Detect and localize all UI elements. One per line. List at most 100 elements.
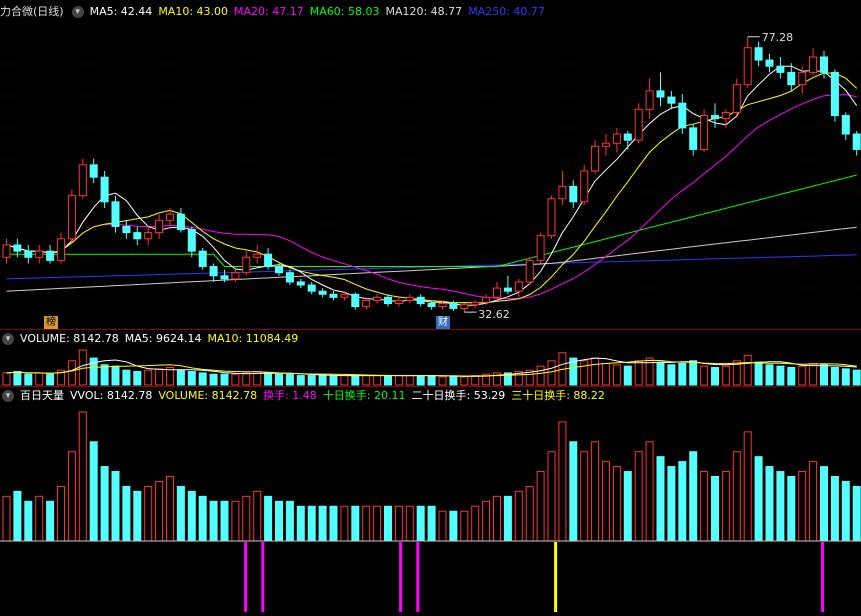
candle-body bbox=[220, 275, 229, 280]
indicator-bar bbox=[809, 461, 818, 542]
volume-bar bbox=[285, 373, 294, 386]
indicator-bar bbox=[580, 451, 589, 542]
candle-body bbox=[187, 229, 196, 252]
candle-body bbox=[820, 56, 828, 73]
indicator-bar bbox=[155, 480, 164, 542]
candle-body bbox=[656, 90, 665, 98]
indicator-bar bbox=[798, 471, 807, 542]
indicator-bar bbox=[307, 505, 316, 542]
turnover-marker bbox=[821, 542, 825, 612]
volume-bar bbox=[351, 375, 360, 386]
volume-bar bbox=[667, 364, 676, 386]
tag-cai[interactable]: 财 bbox=[436, 316, 450, 329]
volume-bar bbox=[580, 360, 589, 386]
candle-body bbox=[405, 296, 414, 301]
turnover-marker bbox=[416, 542, 420, 612]
candle-body bbox=[166, 213, 174, 221]
indicator-bar bbox=[144, 485, 153, 542]
volume-bar bbox=[776, 365, 785, 386]
volume-bar bbox=[155, 368, 164, 386]
candle-body bbox=[155, 219, 164, 234]
indicator-bar bbox=[57, 485, 65, 542]
indicator-bar bbox=[122, 485, 131, 542]
dropdown-arrow-icon[interactable]: ▾ bbox=[2, 390, 14, 402]
indicator-bar bbox=[558, 421, 567, 542]
volume-bar bbox=[275, 373, 283, 386]
volume-bar bbox=[373, 375, 382, 386]
candle-body bbox=[416, 296, 425, 305]
candle-body bbox=[711, 115, 719, 120]
volume-bar bbox=[13, 371, 22, 386]
candle-body bbox=[514, 281, 523, 292]
candle-body bbox=[743, 47, 752, 86]
indicator-bar bbox=[253, 490, 262, 542]
candle-body bbox=[634, 108, 643, 141]
candle-body bbox=[558, 185, 567, 200]
indicator-bar bbox=[351, 505, 360, 542]
volume-label-0: VOLUME: 8142.78 bbox=[20, 332, 119, 345]
indicator-bar bbox=[285, 500, 294, 542]
volume-bar bbox=[78, 349, 87, 386]
indicator-bar bbox=[711, 476, 719, 542]
volume-bar bbox=[24, 373, 33, 386]
tag-bang[interactable]: 榜 bbox=[44, 316, 58, 329]
volume-bar bbox=[809, 362, 818, 386]
indicator-bar bbox=[416, 505, 425, 542]
candle-body bbox=[667, 96, 676, 104]
indicator-bar bbox=[438, 510, 447, 542]
volume-bar bbox=[405, 375, 414, 386]
dropdown-arrow-icon[interactable]: ▾ bbox=[2, 333, 14, 345]
indicator-bar bbox=[493, 495, 501, 542]
candle-body bbox=[841, 115, 850, 135]
panel-divider bbox=[0, 329, 861, 330]
candle-body bbox=[264, 253, 273, 268]
ma20-line bbox=[6, 94, 857, 300]
indicator-bar bbox=[318, 505, 327, 542]
indicator-bar bbox=[830, 476, 839, 542]
volume-bar bbox=[743, 354, 752, 386]
indicator-bar bbox=[340, 505, 349, 542]
candle-body bbox=[384, 296, 392, 305]
volume-label-1: MA5: 9624.14 bbox=[124, 332, 202, 345]
indicator-bar bbox=[111, 471, 120, 542]
indicator-bar bbox=[13, 490, 22, 542]
volume-bar bbox=[678, 362, 687, 386]
volume-bar bbox=[449, 376, 458, 386]
indicator-bar bbox=[852, 485, 861, 542]
indicator-bar bbox=[133, 490, 142, 542]
candle-body bbox=[285, 272, 294, 283]
indicator-bar bbox=[2, 495, 11, 542]
indicator-bar bbox=[503, 495, 512, 542]
volume-bar bbox=[209, 373, 218, 386]
turnover-marker bbox=[554, 542, 558, 612]
volume-bar bbox=[536, 365, 545, 386]
candle-body bbox=[612, 133, 621, 144]
indicator-bar bbox=[612, 466, 621, 542]
ma10-line bbox=[6, 72, 858, 304]
candle-body bbox=[645, 90, 654, 110]
volume-bar bbox=[830, 367, 839, 386]
panel-divider bbox=[0, 386, 861, 387]
indicator-bar bbox=[623, 471, 632, 542]
indicator-bar bbox=[820, 466, 828, 542]
indicator-bar bbox=[100, 466, 109, 542]
candle-body bbox=[231, 272, 240, 280]
kline-chart: 力合微(日线) ▾ MA5: 42.44 MA10: 43.00 MA20: 47.17… bbox=[0, 0, 861, 616]
volume-bar bbox=[438, 376, 447, 386]
volume-bar bbox=[656, 361, 665, 386]
candle-body bbox=[307, 284, 316, 292]
volume-bar bbox=[623, 365, 632, 386]
indicator-bar bbox=[187, 490, 196, 542]
high-price-label: 77.28 bbox=[762, 31, 794, 44]
volume-header: ▾ VOLUME: 8142.78 MA5: 9624.14 MA10: 11084.… bbox=[0, 331, 310, 347]
indicator-bar bbox=[536, 471, 545, 542]
candle-body bbox=[471, 301, 480, 306]
volume-bar bbox=[35, 372, 44, 386]
candle-body bbox=[133, 232, 142, 240]
indicator-bar bbox=[78, 411, 87, 542]
candle-body bbox=[438, 303, 447, 308]
candle-body bbox=[57, 238, 65, 261]
volume-bar bbox=[198, 372, 207, 386]
candle-body bbox=[144, 232, 153, 240]
indicator-bar bbox=[656, 456, 665, 542]
